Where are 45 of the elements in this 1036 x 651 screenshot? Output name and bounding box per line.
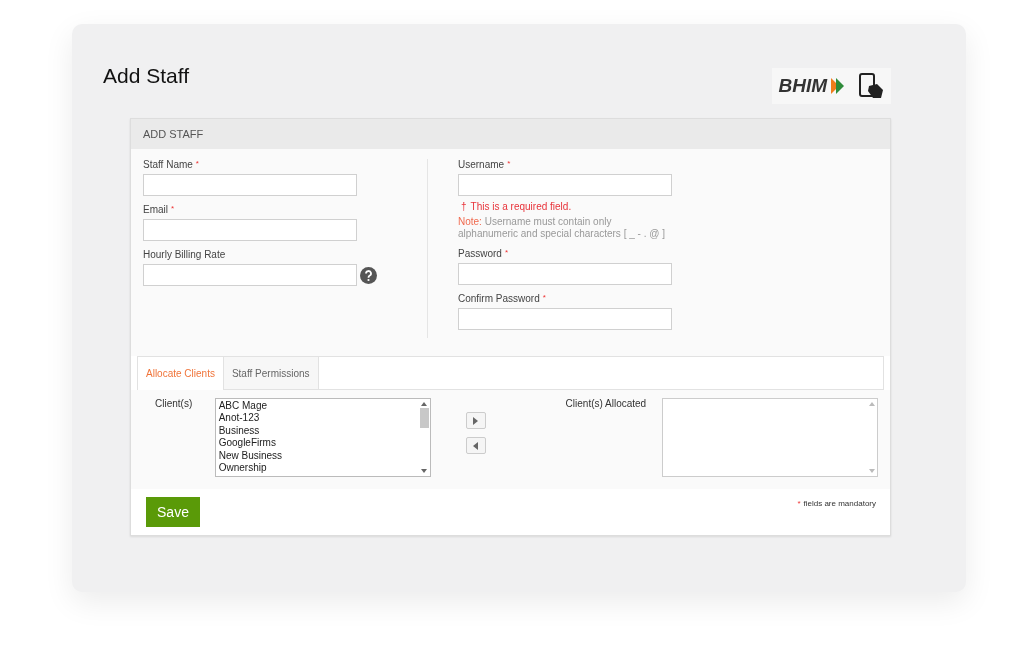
field-label: Confirm Password [458,293,540,304]
help-icon[interactable] [360,266,377,284]
required-mark: * [171,204,175,213]
right-triangle-icon [473,416,479,425]
field-label: Hourly Billing Rate [143,249,226,260]
panel-title: ADD STAFF [143,128,204,140]
username-note: Note: Username must contain only alphanumeric and special characters [ _ - . @ ] [458,216,666,240]
input-field[interactable] [458,308,672,330]
arrow-icon [831,78,845,94]
scroll-down-icon[interactable] [421,469,428,473]
clients-list[interactable]: ABC Mage Anot-123 Business GoogleFirms New Business Ownership [214,398,431,477]
left-triangle-icon [473,441,479,450]
error-message: This is a required field. [470,201,572,212]
input-field[interactable] [143,219,357,241]
allocated-label: Client(s) Allocated [565,398,648,409]
move-left-button[interactable] [465,437,486,454]
list-item[interactable]: Anot-123 [218,412,416,425]
list-item[interactable]: Business [218,424,416,438]
input-field[interactable] [143,174,357,196]
list-item[interactable]: GoogleFirms [218,437,416,450]
required-mark: * [195,159,199,168]
error-mark: † [461,201,467,212]
list-item[interactable]: Ownership [218,462,416,475]
required-mark: * [542,293,546,302]
input-field[interactable] [458,174,672,196]
list-item[interactable]: ABC Mage [218,400,416,413]
move-right-button[interactable] [465,412,486,429]
field-label: Staff Name [143,159,193,170]
logo-text: BHIM [778,75,827,97]
required-mark: * [504,248,509,257]
phone-hand-icon [857,72,885,100]
scroll-up-icon[interactable] [421,402,428,406]
allocated-list[interactable] [662,398,878,477]
input-field[interactable] [458,263,672,285]
field-label: Password [458,248,502,259]
input-field[interactable] [143,264,357,286]
scroll-thumb[interactable] [419,408,429,428]
required-mark: * [797,499,801,508]
mandatory-note: fields are mandatory [803,499,876,508]
page-title: Add Staff [103,64,189,88]
field-label: Username [458,159,505,170]
clients-label: Client(s) [155,398,194,409]
list-item[interactable]: New Business [218,449,416,463]
required-mark: * [507,159,511,168]
field-label: Email [143,204,168,215]
